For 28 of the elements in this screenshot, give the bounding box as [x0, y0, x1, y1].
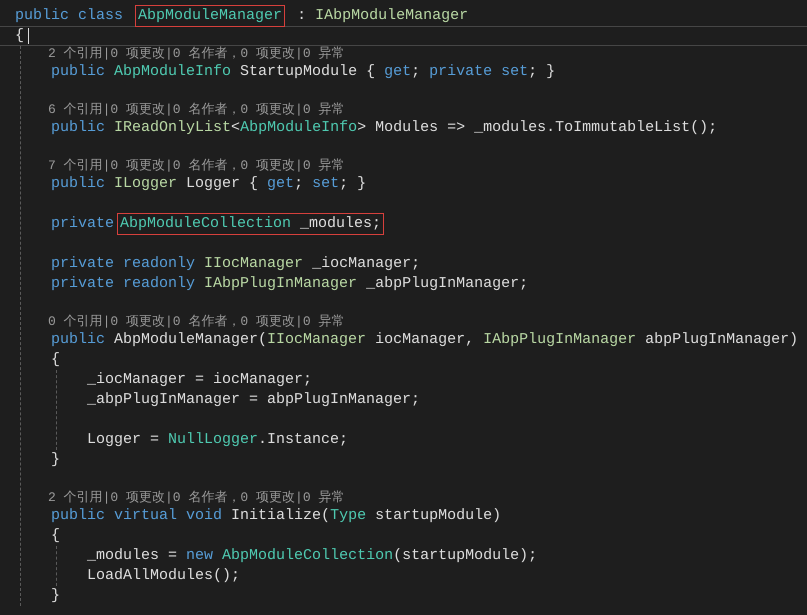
code-text: LoadAllModules();: [86, 566, 242, 586]
codelens-info[interactable]: 6 个引用|0 项更改|0 名作者，0 项更改|0 异常: [48, 102, 807, 118]
codelens-info[interactable]: 7 个引用|0 项更改|0 名作者，0 项更改|0 异常: [48, 158, 807, 174]
codelens-info[interactable]: 2 个引用|0 项更改|0 名作者，0 项更改|0 异常: [48, 490, 807, 506]
highlighted-code: AbpModuleCollection _modules;: [117, 213, 384, 235]
code-text: {: [50, 350, 62, 370]
code-text: private readonly IIocManager _iocManager;: [50, 254, 422, 274]
code-text: _iocManager = iocManager;: [86, 370, 314, 390]
text-cursor: [28, 28, 30, 44]
code-text: _abpPlugInManager = abpPlugInManager;: [86, 390, 422, 410]
code-text: }: [50, 586, 62, 606]
code-text: private readonly IAbpPlugInManager _abpPlugInManager;: [50, 274, 530, 294]
code-text: }: [50, 450, 62, 470]
code-text: public ILogger Logger { get; set; }: [50, 174, 368, 194]
code-text: Logger = NullLogger.Instance;: [86, 430, 350, 450]
code-text: public AbpModuleInfo StartupModule { get; private set; }: [50, 62, 556, 82]
code-text: _modules = new AbpModuleCollection(startupModule);: [86, 546, 538, 566]
code-text: private: [50, 214, 116, 234]
code-text: : IAbpModuleManager: [296, 6, 470, 26]
code-text: public virtual void Initialize(Type startupModule): [50, 506, 502, 526]
code-text: public class: [14, 6, 124, 26]
codelens-info[interactable]: 2 个引用|0 项更改|0 名作者，0 项更改|0 异常: [48, 46, 807, 62]
code-text: public IReadOnlyList<AbpModuleInfo> Modules => _modules.ToImmutableList();: [50, 118, 718, 138]
codelens-info[interactable]: 0 个引用|0 项更改|0 名作者，0 项更改|0 异常: [48, 314, 807, 330]
highlighted-code: AbpModuleManager: [135, 5, 286, 27]
code-text: public AbpModuleManager(IIocManager iocManager, IAbpPlugInManager abpPlugInManager): [50, 330, 800, 350]
code-text: {: [50, 526, 62, 546]
code-text: {: [14, 26, 26, 46]
